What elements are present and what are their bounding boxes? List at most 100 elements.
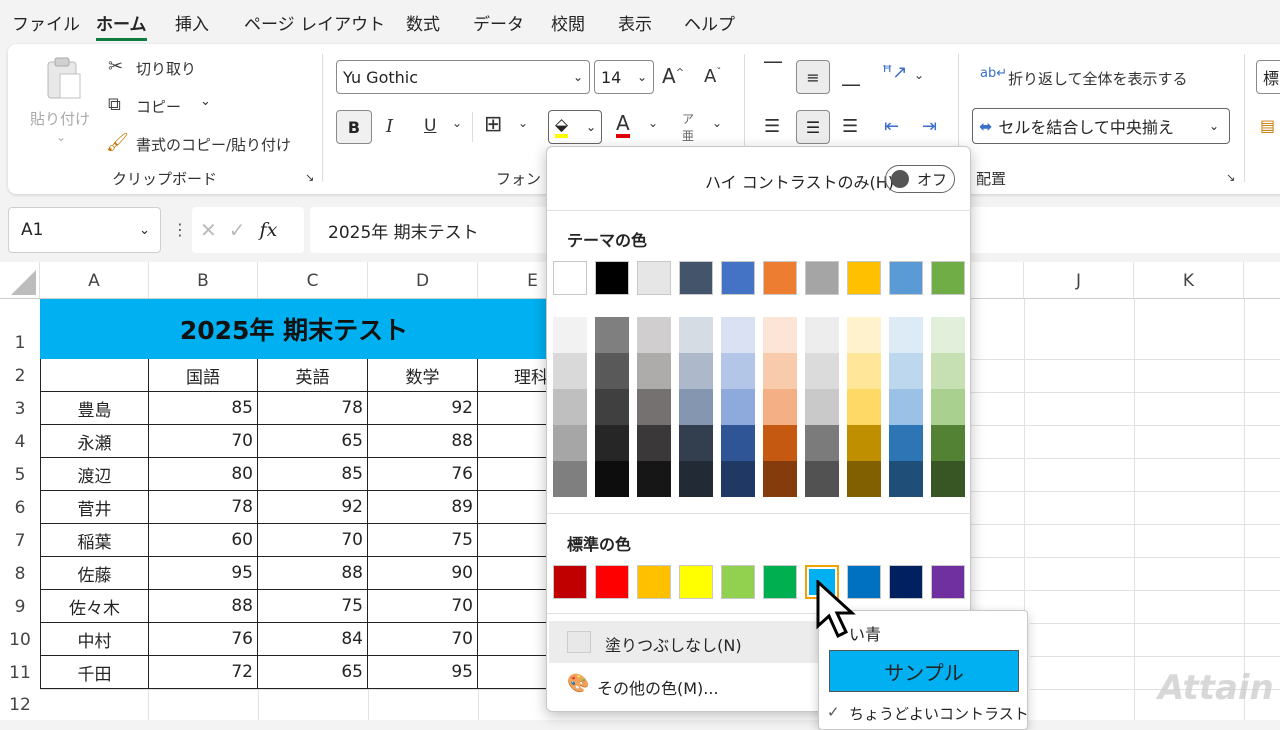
theme-shade-swatch[interactable] [847,317,881,353]
score-cell[interactable]: 85 [258,458,368,491]
standard-color-swatch[interactable] [637,565,671,599]
theme-color-swatch[interactable] [721,261,755,295]
theme-shade-swatch[interactable] [763,461,797,497]
theme-shade-swatch[interactable] [721,389,755,425]
score-cell[interactable]: 88 [149,590,258,623]
orientation-dropdown-icon[interactable]: ⌄ [914,68,924,82]
copy-dropdown-icon[interactable]: ⌄ [200,94,211,109]
phonetic-dropdown-icon[interactable]: ⌄ [712,116,722,130]
theme-color-swatch[interactable] [847,261,881,295]
theme-shade-swatch[interactable] [763,317,797,353]
tab-formulas[interactable]: 数式 [406,10,440,35]
score-cell[interactable]: 95 [149,557,258,590]
theme-shade-swatch[interactable] [679,317,713,353]
theme-shade-swatch[interactable] [637,389,671,425]
row-header[interactable]: 10 [0,623,40,656]
row-header[interactable]: 6 [0,491,40,524]
score-cell[interactable]: 78 [149,491,258,524]
theme-shade-swatch[interactable] [805,461,839,497]
score-cell[interactable]: 88 [258,557,368,590]
tab-data[interactable]: データ [473,10,524,35]
increase-indent-icon[interactable]: ⇥ [922,116,937,137]
theme-color-swatch[interactable] [889,261,923,295]
score-cell[interactable]: 76 [149,623,258,656]
theme-shade-swatch[interactable] [763,353,797,389]
fill-color-button[interactable]: ⬙ ⌄ [548,110,602,144]
orientation-icon[interactable]: ꟸ↗ [882,62,907,83]
theme-shade-swatch[interactable] [679,461,713,497]
theme-shade-swatch[interactable] [721,425,755,461]
score-cell[interactable]: 78 [258,392,368,425]
row-header[interactable]: 2 [0,359,40,392]
score-cell[interactable]: 65 [258,425,368,458]
name-cell[interactable]: 豊島 [40,392,149,425]
align-bottom-icon[interactable]: ⎽ [842,66,860,87]
theme-shade-swatch[interactable] [553,317,587,353]
cut-button[interactable]: 切り取り [136,58,196,79]
decrease-indent-icon[interactable]: ⇤ [884,116,899,137]
score-cell[interactable]: 89 [368,491,478,524]
score-cell[interactable] [478,425,548,458]
name-cell[interactable]: 佐藤 [40,557,149,590]
increase-font-icon[interactable]: A^ [662,64,684,88]
row-header[interactable]: 7 [0,524,40,557]
title-cell[interactable]: 2025年 期末テスト [40,299,548,359]
theme-shade-swatch[interactable] [637,353,671,389]
tab-file[interactable]: ファイル [12,10,80,35]
theme-shade-swatch[interactable] [889,317,923,353]
theme-shade-swatch[interactable] [889,425,923,461]
enter-icon[interactable]: ✓ [229,218,246,242]
theme-shade-swatch[interactable] [847,389,881,425]
score-cell[interactable]: 70 [258,524,368,557]
score-cell[interactable]: 75 [368,524,478,557]
header-cell-japanese[interactable]: 国語 [149,359,258,392]
theme-shade-swatch[interactable] [847,461,881,497]
clipboard-launcher-icon[interactable]: ↘ [305,171,314,184]
tab-insert[interactable]: 挿入 [175,10,209,35]
score-cell[interactable]: 65 [258,656,368,689]
alignment-launcher-icon[interactable]: ↘ [1226,171,1235,184]
theme-color-swatch[interactable] [637,261,671,295]
font-name-select[interactable]: Yu Gothic ⌄ [336,60,590,94]
theme-shade-swatch[interactable] [595,461,629,497]
borders-dropdown-icon[interactable]: ⌄ [518,116,528,130]
score-cell[interactable]: 90 [368,557,478,590]
standard-color-swatch[interactable] [595,565,629,599]
theme-shade-swatch[interactable] [595,425,629,461]
score-cell[interactable]: 70 [368,590,478,623]
row-header[interactable]: 12 [0,689,40,720]
align-middle-icon[interactable]: ≡ [796,60,830,94]
row-header[interactable]: 11 [0,656,40,689]
name-cell[interactable]: 菅井 [40,491,149,524]
theme-shade-swatch[interactable] [553,425,587,461]
theme-shade-swatch[interactable] [847,425,881,461]
font-size-select[interactable]: 14 ⌄ [594,60,654,94]
theme-shade-swatch[interactable] [721,353,755,389]
theme-shade-swatch[interactable] [805,389,839,425]
theme-shade-swatch[interactable] [931,353,965,389]
score-cell[interactable]: 80 [149,458,258,491]
theme-shade-swatch[interactable] [553,353,587,389]
header-cell-math[interactable]: 数学 [368,359,478,392]
standard-color-swatch[interactable] [763,565,797,599]
decrease-font-icon[interactable]: Aˇ [704,66,721,87]
theme-shade-swatch[interactable] [931,317,965,353]
score-cell[interactable] [478,392,548,425]
theme-shade-swatch[interactable] [637,317,671,353]
name-cell[interactable]: 渡辺 [40,458,149,491]
score-cell[interactable]: 88 [368,425,478,458]
header-cell-english[interactable]: 英語 [258,359,368,392]
score-cell[interactable]: 60 [149,524,258,557]
merge-center-button[interactable]: ⬌ セルを結合して中央揃え ⌄ [972,108,1230,144]
align-center-icon[interactable]: ☰ [796,110,830,144]
score-cell[interactable]: 95 [368,656,478,689]
row-header[interactable]: 4 [0,425,40,458]
theme-shade-swatch[interactable] [595,317,629,353]
bold-button[interactable]: B [336,110,372,144]
paste-button[interactable]: 貼り付け [30,108,90,129]
name-cell[interactable]: 中村 [40,623,149,656]
row-header[interactable]: 8 [0,557,40,590]
currency-icon[interactable]: ▤ [1260,116,1275,135]
more-colors-item[interactable]: 🎨 その他の色(M)... [549,667,819,703]
theme-shade-swatch[interactable] [847,353,881,389]
